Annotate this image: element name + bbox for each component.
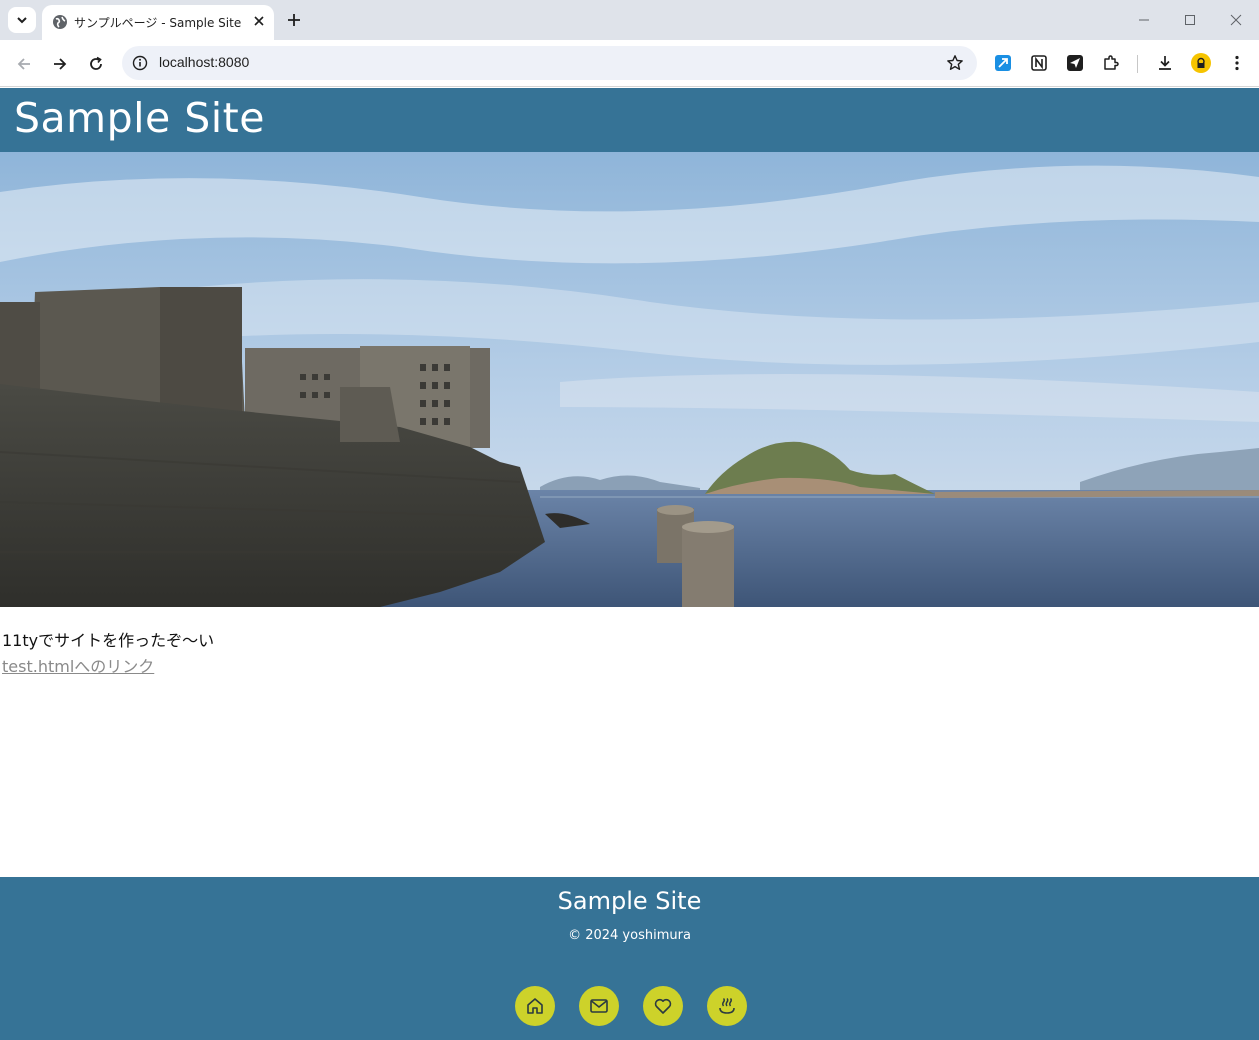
info-icon [132, 55, 148, 71]
browser-toolbar: localhost:8080 [0, 40, 1259, 87]
close-icon [254, 16, 264, 26]
extension-notion-button[interactable] [1029, 53, 1049, 73]
footer-icon-links [515, 986, 747, 1026]
back-arrow-icon [17, 58, 30, 70]
footer-title: Sample Site [557, 887, 702, 915]
mail-icon [590, 999, 608, 1013]
chevron-down-icon [17, 17, 27, 24]
puzzle-icon [1104, 55, 1119, 70]
close-window-button[interactable] [1226, 10, 1246, 30]
test-page-link[interactable]: test.htmlへのリンク [2, 657, 214, 677]
toolbar-separator [1137, 55, 1138, 73]
close-tab-button[interactable] [250, 12, 268, 30]
notion-icon [1031, 55, 1047, 71]
url-text[interactable]: localhost:8080 [159, 54, 249, 70]
maximize-button[interactable] [1180, 10, 1200, 30]
page-viewport: Sample Site 11tyでサイトを作ったぞ〜い test.htmlへのリ… [0, 88, 1259, 1040]
reload-icon [90, 56, 102, 70]
kebab-menu-icon [1235, 55, 1239, 71]
site-title: Sample Site [14, 94, 265, 142]
heart-icon [654, 998, 672, 1014]
active-tab[interactable]: サンプルページ - Sample Site [42, 5, 274, 40]
coastal-ruins-photo [0, 152, 1259, 607]
send-arrow-icon [995, 55, 1011, 71]
paper-plane-icon [1067, 55, 1083, 71]
home-link-button[interactable] [515, 986, 555, 1026]
downloads-button[interactable] [1155, 53, 1175, 73]
onsen-link-button[interactable] [707, 986, 747, 1026]
extension-paper-plane-button[interactable] [1065, 53, 1085, 73]
close-icon [1230, 14, 1242, 26]
bookmark-button[interactable] [945, 53, 965, 73]
hero-image [0, 152, 1259, 607]
site-footer: Sample Site © 2024 yoshimura [0, 877, 1259, 1040]
tab-strip: サンプルページ - Sample Site [0, 0, 1259, 40]
main-content: 11tyでサイトを作ったぞ〜い test.htmlへのリンク [2, 631, 214, 677]
globe-icon [53, 15, 67, 29]
minimize-icon [1139, 19, 1149, 21]
forward-arrow-icon [54, 58, 67, 70]
browser-menu-button[interactable] [1227, 53, 1247, 73]
new-tab-button[interactable] [284, 10, 304, 30]
copyright-text: © 2024 yoshimura [568, 928, 691, 943]
star-icon [947, 55, 963, 70]
extensions-button[interactable] [1101, 53, 1121, 73]
mail-link-button[interactable] [579, 986, 619, 1026]
favorite-link-button[interactable] [643, 986, 683, 1026]
tab-title: サンプルページ - Sample Site [74, 16, 242, 30]
address-bar[interactable]: localhost:8080 [122, 46, 977, 80]
maximize-icon [1185, 15, 1195, 25]
tab-search-button[interactable] [8, 7, 36, 33]
hot-spring-icon [719, 997, 735, 1014]
home-icon [527, 998, 543, 1014]
plus-icon [288, 14, 300, 26]
reload-button[interactable] [84, 52, 108, 76]
extension-send-button[interactable] [993, 53, 1013, 73]
profile-avatar-icon [1191, 53, 1211, 73]
site-header: Sample Site [0, 88, 1259, 152]
download-icon [1159, 56, 1171, 70]
minimize-button[interactable] [1134, 10, 1154, 30]
lead-text: 11tyでサイトを作ったぞ〜い [2, 631, 215, 650]
site-info-button[interactable] [130, 53, 150, 73]
profile-button[interactable] [1191, 53, 1211, 73]
back-button[interactable] [12, 52, 36, 76]
forward-button[interactable] [48, 52, 72, 76]
